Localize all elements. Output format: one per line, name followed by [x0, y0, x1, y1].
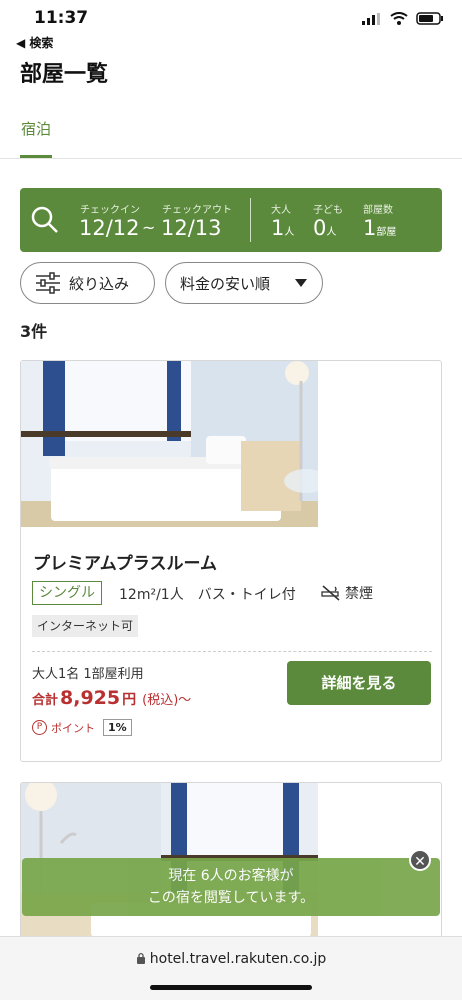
viewers-line-1: 現在 6人のお客様が — [168, 868, 294, 884]
sort-label: 料金の安い順 — [180, 274, 271, 293]
adults-unit: 人 — [284, 227, 295, 238]
tab-stay[interactable]: 宿泊 — [20, 118, 52, 158]
status-icons — [362, 12, 444, 25]
price-value: 8,925 — [60, 687, 121, 709]
price-prefix: 合計 — [32, 693, 59, 708]
children-unit: 人 — [326, 227, 337, 238]
view-details-button[interactable]: 詳細を見る — [287, 661, 431, 705]
lock-icon — [136, 952, 145, 964]
viewers-notification: 現在 6人のお客様が この宿を閲覧しています。 — [22, 858, 440, 916]
room-photo-illustration — [21, 361, 318, 527]
price-yen: 円 — [122, 692, 137, 708]
browser-address-bar[interactable]: hotel.travel.rakuten.co.jp — [0, 936, 462, 1000]
narrow-down-label: 絞り込み — [69, 274, 130, 293]
internet-tag: インターネット可 — [32, 615, 139, 637]
divider — [32, 651, 432, 652]
checkout-label: チェックアウト — [162, 205, 232, 216]
page-title: 部屋一覧 — [20, 62, 109, 87]
sliders-icon — [36, 272, 60, 294]
room-name: プレミアムプラスルーム — [33, 554, 217, 574]
point-label: ポイント — [51, 721, 95, 735]
narrow-down-button[interactable]: 絞り込み — [20, 262, 155, 304]
adults-value: 1人 — [271, 216, 294, 240]
viewers-line-2: この宿を閲覧しています。 — [147, 890, 315, 906]
caret-down-icon — [295, 279, 307, 287]
status-bar: 11:37 — [0, 0, 462, 34]
checkout-date: 12/13 — [161, 216, 222, 240]
adults-label: 大人 — [271, 205, 291, 216]
divider — [250, 198, 251, 242]
rooms-count: 1 — [363, 216, 377, 240]
search-conditions-panel[interactable]: チェックイン チェックアウト 12/12 ~ 12/13 大人 子ども 部屋数 … — [20, 188, 442, 252]
adults-count: 1 — [271, 216, 285, 240]
url-display[interactable]: hotel.travel.rakuten.co.jp — [0, 951, 462, 967]
url-text: hotel.travel.rakuten.co.jp — [149, 951, 327, 967]
status-time: 11:37 — [34, 8, 89, 28]
point-rate: 1% — [103, 719, 132, 736]
room-type-badge: シングル — [32, 581, 102, 605]
checkin-date: 12/12 — [79, 216, 140, 240]
result-count: 3件 — [20, 322, 48, 341]
non-smoking: 禁煙 — [321, 583, 373, 603]
back-to-search-link[interactable]: ◀ 検索 — [16, 34, 53, 51]
children-count: 0 — [313, 216, 327, 240]
rooms-label: 部屋数 — [363, 205, 393, 216]
point-icon: P — [32, 720, 47, 735]
signal-icon — [362, 12, 380, 25]
home-indicator[interactable] — [150, 985, 312, 990]
close-icon[interactable]: ✕ — [409, 849, 431, 871]
tab-bar: 宿泊 — [0, 110, 462, 159]
wifi-icon — [390, 12, 408, 25]
price-tax: (税込)〜 — [142, 693, 192, 708]
children-label: 子ども — [313, 205, 343, 216]
sort-select[interactable]: 料金の安い順 — [165, 262, 323, 304]
checkin-label: チェックイン — [80, 205, 140, 216]
no-smoking-icon — [321, 585, 340, 601]
room-card[interactable]: プレミアムプラスルーム シングル 12m²/1人 バス・トイレ付 禁煙 インター… — [20, 360, 442, 762]
room-photo[interactable] — [21, 361, 318, 527]
non-smoking-label: 禁煙 — [345, 586, 373, 602]
children-value: 0人 — [313, 216, 336, 240]
price: 合計 8,925 円 (税込)〜 — [32, 687, 191, 709]
battery-icon — [416, 12, 443, 25]
date-separator: ~ — [142, 218, 156, 237]
occupancy: 大人1名 1部屋利用 — [32, 667, 144, 682]
rooms-unit: 部屋 — [376, 227, 397, 238]
search-icon — [31, 206, 58, 233]
rooms-value: 1部屋 — [363, 216, 396, 240]
points-info: P ポイント 1% — [32, 719, 132, 736]
room-spec: 12m²/1人 バス・トイレ付 — [119, 587, 296, 603]
